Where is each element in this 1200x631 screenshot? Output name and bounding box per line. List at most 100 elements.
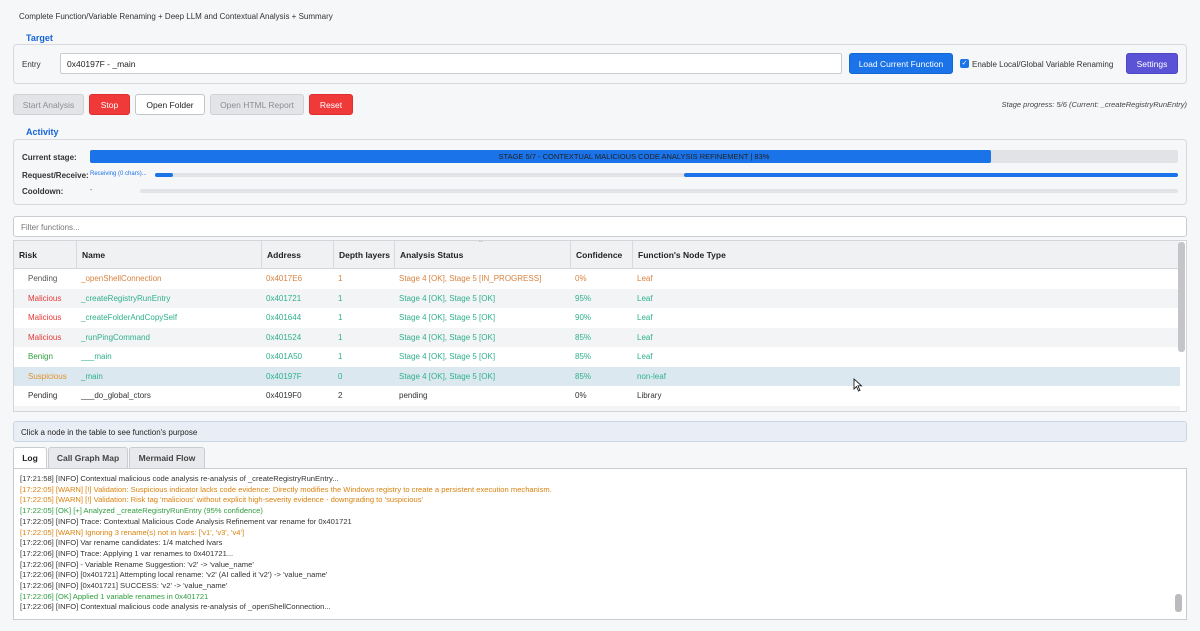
cell-confidence: 95% — [575, 293, 592, 303]
table-row[interactable]: Pending___gcc_0x4019902pending0%Library — [14, 405, 1180, 412]
variable-renaming-label: Enable Local/Global Variable Renaming — [972, 60, 1114, 69]
cell-risk: Malicious — [28, 332, 62, 342]
cell-node: Leaf — [637, 332, 653, 342]
cell-confidence: 0% — [570, 406, 632, 412]
cell-confidence: 85% — [575, 371, 592, 381]
table-row[interactable]: Benign ___main 0x401A50 1 Stage 4 [OK], Stag… — [14, 347, 1180, 367]
reset-button[interactable]: Reset — [309, 94, 353, 115]
activity-group-title: Activity — [26, 127, 59, 137]
mouse-cursor-icon — [853, 378, 863, 392]
log-line: [17:22:06] [INFO] Contextual malicious c… — [20, 602, 331, 612]
cell-risk: Suspicious — [28, 371, 67, 381]
table-row[interactable]: Malicious _runPingCommand 0x401524 1 Stage 4… — [14, 327, 1180, 347]
cell-status: Stage 4 [OK], Stage 5 [OK] — [399, 352, 496, 361]
open-folder-button[interactable]: Open Folder — [135, 94, 205, 115]
cell-address: 0x401524 — [266, 332, 302, 342]
cell-address: 0x401990 — [261, 406, 333, 412]
table-row[interactable]: Pending ___do_global_ctors 0x4019F0 2 pendin… — [14, 386, 1180, 406]
cell-address: 0x4019F0 — [266, 391, 302, 400]
cell-depth: 2 — [338, 391, 343, 400]
receive-bar-fill — [684, 173, 1178, 177]
variable-renaming-checkbox[interactable]: ✓ — [960, 59, 969, 68]
cooldown-label: Cooldown: — [22, 187, 64, 196]
cell-status: Stage 4 [OK], Stage 5 [OK] — [399, 293, 496, 303]
cell-confidence: 85% — [575, 332, 592, 342]
log-line: [17:22:05] [WARN] [!] Validation: Risk t… — [20, 495, 423, 505]
log-line: [17:22:05] [OK] [+] Analyzed _createRegi… — [20, 506, 263, 516]
cell-depth: 1 — [338, 293, 343, 303]
function-purpose-hint: Click a node in the table to see functio… — [13, 421, 1187, 442]
cell-name: _main — [81, 371, 103, 381]
col-header-depth[interactable]: Depth layers — [333, 241, 394, 269]
cell-name: _runPingCommand — [81, 332, 150, 342]
col-header-address[interactable]: Address — [261, 241, 333, 269]
window-title: Complete Function/Variable Renaming + De… — [19, 12, 333, 21]
col-header-risk[interactable]: Risk — [14, 241, 76, 269]
log-line: [17:22:06] [OK] Applied 1 variable renam… — [20, 591, 209, 601]
log-line: [17:21:58] [INFO] Contextual malicious c… — [20, 474, 339, 483]
cell-confidence: 0% — [575, 391, 587, 400]
stage-progress-text: Stage progress: 5/6 (Current: _createReg… — [1001, 100, 1188, 109]
col-header-confidence[interactable]: Confidence — [570, 241, 632, 269]
current-stage-progress-text: STAGE 5/7 - CONTEXTUAL MALICIOUS CODE AN… — [498, 152, 770, 161]
open-html-report-button[interactable]: Open HTML Report — [210, 94, 304, 115]
cooldown-value: - — [90, 187, 93, 194]
cell-risk: Malicious — [28, 313, 62, 322]
cell-depth: 1 — [338, 352, 343, 361]
cell-depth: 1 — [338, 274, 343, 283]
cooldown-bar — [140, 189, 1178, 193]
cell-status: Stage 4 [OK], Stage 5 [IN_PROGRESS] — [399, 274, 542, 283]
cell-node: Leaf — [637, 293, 653, 303]
table-row[interactable]: Malicious _createFolderAndCopySelf 0x40164… — [14, 308, 1180, 328]
cell-risk: Benign — [28, 352, 53, 361]
target-group-title: Target — [26, 33, 53, 43]
cell-name: _createRegistryRunEntry — [81, 293, 171, 303]
request-bar-fill — [155, 173, 173, 177]
cell-risk: Malicious — [28, 293, 62, 303]
cell-depth: 1 — [338, 332, 343, 342]
functions-table: Risk Name Address Depth layers Analysis … — [13, 240, 1187, 412]
log-line: [17:22:06] [INFO] Trace: Applying 1 var … — [20, 548, 234, 558]
settings-button[interactable]: Settings — [1126, 53, 1178, 74]
cell-status: pending — [399, 391, 428, 400]
entry-input[interactable]: 0x40197F - _main — [60, 53, 842, 74]
load-current-function-button[interactable]: Load Current Function — [849, 53, 953, 74]
sort-indicator-icon: ⌃ — [478, 240, 484, 247]
cell-confidence: 90% — [575, 313, 592, 322]
cell-node: non-leaf — [637, 371, 666, 381]
table-row[interactable]: Pending _openShellConnection 0x4017E6 1 Stag… — [14, 269, 1180, 289]
entry-label: Entry — [22, 60, 41, 69]
log-panel[interactable]: [17:21:58] [INFO] Contextual malicious c… — [13, 468, 1187, 620]
table-row[interactable]: Malicious _createRegistryRunEntry 0x401721… — [14, 288, 1180, 308]
cell-name: ___main — [81, 352, 112, 361]
cell-address: 0x4017E6 — [266, 274, 303, 283]
cell-name: _openShellConnection — [81, 274, 162, 283]
cell-confidence: 0% — [575, 274, 587, 283]
table-header: Risk Name Address Depth layers Analysis … — [14, 241, 1180, 269]
current-stage-progress-bar: STAGE 5/7 - CONTEXTUAL MALICIOUS CODE AN… — [90, 150, 1178, 163]
activity-group — [13, 139, 1187, 205]
cell-confidence: 85% — [575, 352, 592, 361]
tab-call-graph-map[interactable]: Call Graph Map — [48, 447, 128, 468]
cell-name: ___gcc_ — [76, 406, 261, 412]
col-header-name[interactable]: Name — [76, 241, 261, 269]
current-stage-label: Current stage: — [22, 153, 77, 162]
table-scrollbar[interactable] — [1178, 242, 1185, 352]
filter-functions-input[interactable]: Filter functions... — [13, 216, 1187, 237]
cell-node: Library — [637, 391, 662, 400]
cell-node: Leaf — [637, 352, 653, 361]
tab-mermaid-flow[interactable]: Mermaid Flow — [129, 447, 205, 468]
log-line: [17:22:06] [INFO] [0x401721] Attempting … — [20, 570, 328, 580]
cell-risk: Pending — [28, 391, 58, 400]
col-header-node-type[interactable]: Function's Node Type — [632, 241, 1180, 269]
cell-node: Leaf — [637, 313, 653, 322]
table-row[interactable]: Suspicious _main 0x40197F 0 Stage 4 [OK], St… — [14, 366, 1180, 386]
cell-risk: Pending — [14, 406, 76, 412]
log-line: [17:22:06] [INFO] [0x401721] SUCCESS: 'v… — [20, 581, 228, 591]
cell-depth: 2 — [333, 406, 394, 412]
start-analysis-button[interactable]: Start Analysis — [13, 94, 84, 115]
cell-status: Stage 4 [OK], Stage 5 [OK] — [399, 313, 496, 322]
tab-log[interactable]: Log — [13, 447, 47, 468]
log-scrollbar[interactable] — [1175, 594, 1182, 612]
stop-button[interactable]: Stop — [89, 94, 130, 115]
